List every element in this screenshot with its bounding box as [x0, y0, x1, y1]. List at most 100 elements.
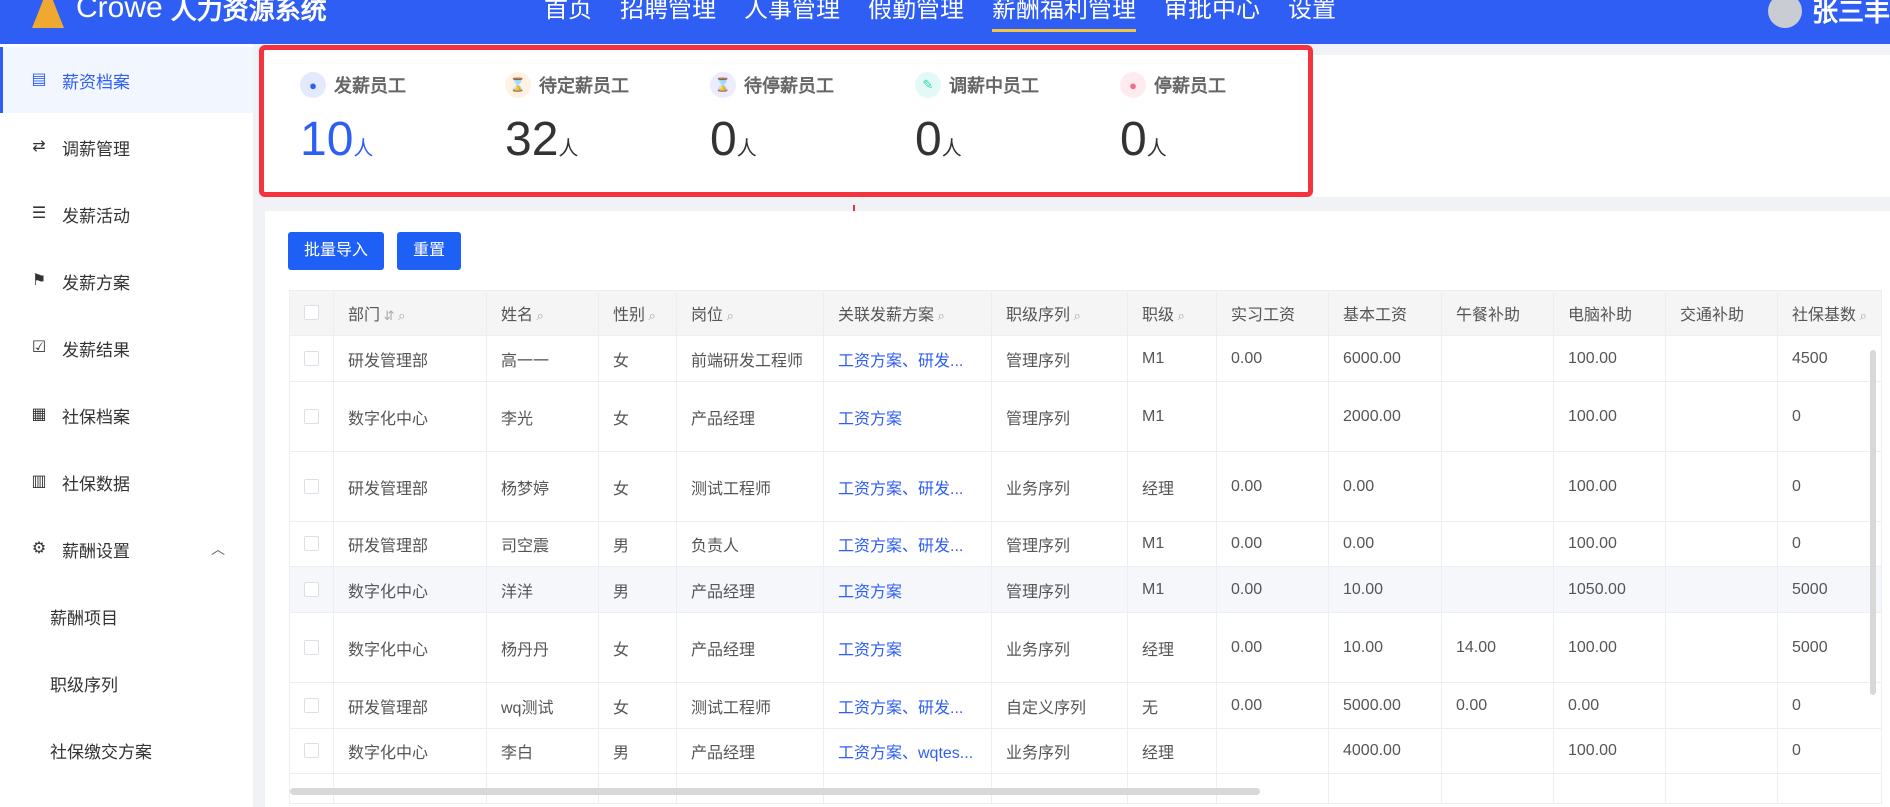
table-cell[interactable]: 工资方案 [823, 612, 992, 683]
table-cell: M1 [1127, 566, 1217, 613]
nav-item[interactable]: 人事管理 [730, 0, 854, 44]
table-cell: 管理序列 [991, 381, 1128, 452]
select-all-cell[interactable] [289, 290, 334, 336]
row-checkbox[interactable] [304, 743, 319, 759]
row-checkbox[interactable] [304, 350, 319, 366]
column-header[interactable]: 姓名 ⌕ [486, 290, 599, 336]
row-checkbox[interactable] [304, 581, 319, 597]
nav-item[interactable]: 假勤管理 [854, 0, 978, 44]
table-cell[interactable]: 工资方案、研发... [823, 682, 992, 729]
row-checkbox[interactable] [304, 697, 319, 713]
salary-plan-link[interactable]: 工资方案、研发... [838, 481, 963, 498]
table-row[interactable]: 数字化中心 李白 男 产品经理 工资方案、wqtes... 业务序列 经理 4000.00 10… [289, 728, 1882, 774]
row-select-cell[interactable] [289, 682, 334, 729]
sidebar-item[interactable]: ☑ 发薪结果 [0, 315, 253, 381]
select-all-checkbox[interactable] [304, 305, 319, 321]
sort-icon[interactable]: ⇵ [380, 308, 395, 323]
column-header[interactable]: 交通补助 [1665, 290, 1778, 336]
nav-item[interactable]: 招聘管理 [606, 0, 730, 44]
search-icon[interactable]: ⌕ [723, 308, 734, 323]
sidebar-item[interactable]: ⚙ 薪酬设置 ︿ [0, 516, 253, 582]
salary-plan-link[interactable]: 工资方案、研发... [838, 353, 963, 370]
salary-plan-link[interactable]: 工资方案、wqtes... [838, 745, 973, 762]
row-select-cell[interactable] [289, 728, 334, 774]
reset-button[interactable]: 重置 [397, 232, 462, 270]
salary-plan-link[interactable]: 工资方案 [838, 411, 902, 428]
row-select-cell[interactable] [289, 335, 334, 382]
row-select-cell[interactable] [289, 612, 334, 683]
sidebar-subitem[interactable]: 职级序列 [0, 650, 253, 716]
sidebar-item[interactable]: ⚑ 发薪方案 [0, 248, 253, 314]
column-header[interactable]: 职级 ⌕ [1127, 290, 1217, 336]
sidebar-item[interactable]: ⇄ 调薪管理 [0, 114, 253, 180]
search-icon[interactable]: ⌕ [533, 308, 544, 323]
row-checkbox[interactable] [304, 536, 319, 552]
cell-value: 数字化中心 [348, 410, 429, 428]
stats-background [1313, 55, 1890, 197]
crowe-logo-icon [28, 0, 68, 28]
salary-plan-link[interactable]: 工资方案 [838, 642, 902, 659]
table-row[interactable]: 研发管理部 wq测试 女 测试工程师 工资方案、研发... 自定义序列 无 0.00 5000.… [289, 682, 1882, 729]
sidebar-item[interactable]: ▤ 薪资档案 [0, 47, 253, 113]
sidebar-item-label: 调薪管理 [62, 139, 130, 159]
table-cell[interactable]: 工资方案、研发... [823, 335, 992, 382]
row-checkbox[interactable] [304, 639, 319, 655]
table-cell[interactable]: 工资方案 [823, 381, 992, 452]
column-header[interactable]: 电脑补助 [1553, 290, 1666, 336]
search-icon[interactable]: ⌕ [934, 308, 945, 323]
row-checkbox[interactable] [304, 478, 319, 494]
row-select-cell[interactable] [289, 521, 334, 567]
row-select-cell[interactable] [289, 381, 334, 452]
batch-import-button[interactable]: 批量导入 [288, 232, 385, 270]
column-header[interactable]: 部门 ⇵ ⌕ [333, 290, 487, 336]
column-header[interactable]: 性别 ⌕ [598, 290, 677, 336]
sidebar-subitem[interactable]: 社保缴交方案 [0, 717, 253, 783]
search-icon[interactable]: ⌕ [1174, 308, 1185, 323]
sidebar-item[interactable]: ▦ 社保档案 [0, 382, 253, 448]
table-cell[interactable]: 工资方案 [823, 566, 992, 613]
sidebar-item[interactable]: ☰ 发薪活动 [0, 181, 253, 247]
search-icon[interactable]: ⌕ [395, 308, 405, 323]
salary-plan-link[interactable]: 工资方案、研发... [838, 538, 963, 555]
table-row[interactable]: 研发管理部 司空震 男 负责人 工资方案、研发... 管理序列 M1 0.00 0.00 100.… [289, 521, 1882, 567]
chevron-up-icon: ︿ [211, 541, 225, 557]
nav-item[interactable]: 薪酬福利管理 [978, 0, 1150, 44]
table-cell[interactable]: 工资方案、研发... [823, 521, 992, 567]
column-header-label: 关联发薪方案 [838, 307, 935, 324]
search-icon[interactable]: ⌕ [1856, 308, 1867, 323]
table-row[interactable]: 数字化中心 李光 女 产品经理 工资方案 管理序列 M1 2000.00 100.00 0 [289, 381, 1882, 452]
nav-item[interactable]: 审批中心 [1150, 0, 1274, 44]
salary-plan-link[interactable]: 工资方案 [838, 584, 902, 601]
sidebar-subitem[interactable]: 薪酬项目 [0, 583, 253, 649]
cell-value: 业务序列 [1006, 641, 1071, 659]
table-cell: 负责人 [676, 521, 824, 567]
table-row[interactable]: 研发管理部 杨梦婷 女 测试工程师 工资方案、研发... 业务序列 经理 0.00 0.00 10… [289, 451, 1882, 522]
row-select-cell[interactable] [289, 451, 334, 522]
salary-plan-link[interactable]: 工资方案、研发... [838, 700, 963, 717]
table-row[interactable]: 数字化中心 杨丹丹 女 产品经理 工资方案 业务序列 经理 0.00 10.00 14.00 100… [289, 612, 1882, 683]
column-header[interactable]: 午餐补助 [1441, 290, 1554, 336]
row-select-cell[interactable] [289, 566, 334, 613]
column-header[interactable]: 社保基数 ⌕ [1777, 290, 1882, 336]
table-row[interactable]: 研发管理部 高一一 女 前端研发工程师 工资方案、研发... 管理序列 M1 0.00 6000… [289, 335, 1882, 382]
sidebar-item[interactable]: ▥ 社保数据 [0, 449, 253, 515]
table-row[interactable]: 数字化中心 洋洋 男 产品经理 工资方案 管理序列 M1 0.00 10.00 1050.00 50… [289, 566, 1882, 613]
user-menu[interactable]: 张三丰 [1767, 0, 1890, 29]
column-header[interactable]: 实习工资 [1216, 290, 1329, 336]
table-cell[interactable]: 工资方案、研发... [823, 451, 992, 522]
vertical-scrollbar[interactable] [1870, 350, 1876, 695]
table-cell: 0.00 [1216, 566, 1329, 613]
column-header[interactable]: 岗位 ⌕ [676, 290, 824, 336]
column-header[interactable]: 职级序列 ⌕ [991, 290, 1128, 336]
logo[interactable]: Crowe 人力资源系统 [28, 0, 327, 28]
search-icon[interactable]: ⌕ [645, 308, 656, 323]
nav-item[interactable]: 首页 [530, 0, 606, 44]
horizontal-scrollbar[interactable] [290, 788, 1260, 795]
column-header[interactable]: 基本工资 [1328, 290, 1442, 336]
column-header[interactable]: 关联发薪方案 ⌕ [823, 290, 992, 336]
table-cell[interactable]: 工资方案、wqtes... [823, 728, 992, 774]
row-checkbox[interactable] [304, 408, 319, 424]
main-panel: 批量导入 重置 部门 ⇵ ⌕ 姓名 ⌕ 性别 ⌕ 岗位 ⌕ 关联发薪方案 ⌕ 职级序列 ⌕… [265, 211, 1890, 807]
search-icon[interactable]: ⌕ [1070, 308, 1081, 323]
nav-item[interactable]: 设置 [1274, 0, 1350, 44]
